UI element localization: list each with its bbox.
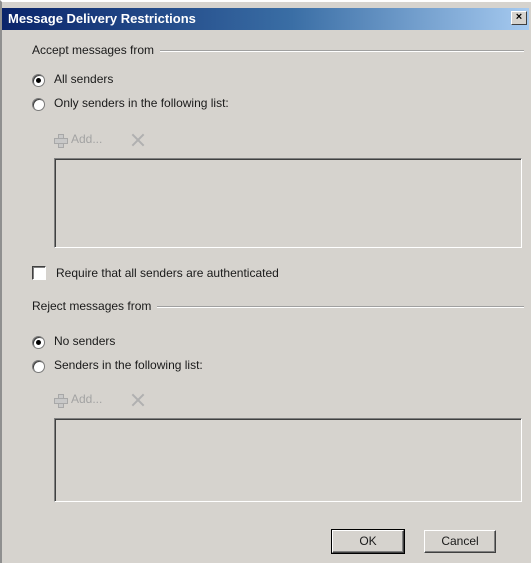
reject-add-button[interactable]: Add... bbox=[71, 392, 102, 406]
remove-icon[interactable] bbox=[130, 132, 146, 148]
window-title: Message Delivery Restrictions bbox=[8, 11, 196, 26]
senders-list-label[interactable]: Senders in the following list: bbox=[54, 358, 203, 372]
remove-icon[interactable] bbox=[130, 392, 146, 408]
all-senders-label[interactable]: All senders bbox=[54, 72, 113, 86]
close-button[interactable]: × bbox=[511, 11, 527, 25]
radio-selected-dot bbox=[36, 78, 41, 83]
plus-icon bbox=[54, 394, 68, 408]
message-delivery-restrictions-dialog: Message Delivery Restrictions × Accept m… bbox=[0, 0, 531, 563]
accept-group-label: Accept messages from bbox=[32, 43, 161, 57]
close-icon: × bbox=[515, 11, 523, 23]
accept-senders-list[interactable] bbox=[54, 158, 522, 248]
ok-button[interactable]: OK bbox=[331, 529, 405, 554]
radio-no-senders[interactable] bbox=[32, 336, 45, 349]
only-senders-label[interactable]: Only senders in the following list: bbox=[54, 96, 229, 110]
require-auth-checkbox[interactable] bbox=[32, 266, 46, 280]
radio-all-senders[interactable] bbox=[32, 74, 45, 87]
radio-selected-dot bbox=[36, 340, 41, 345]
cancel-button[interactable]: Cancel bbox=[424, 530, 496, 553]
radio-only-senders-list[interactable] bbox=[32, 98, 45, 111]
title-bar[interactable]: Message Delivery Restrictions × bbox=[2, 8, 529, 30]
reject-senders-list[interactable] bbox=[54, 418, 522, 502]
no-senders-label[interactable]: No senders bbox=[54, 334, 115, 348]
radio-senders-list[interactable] bbox=[32, 360, 45, 373]
require-auth-label[interactable]: Require that all senders are authenticat… bbox=[56, 266, 279, 280]
reject-group-label: Reject messages from bbox=[32, 299, 158, 313]
plus-icon bbox=[54, 134, 68, 148]
accept-add-button[interactable]: Add... bbox=[71, 132, 102, 146]
